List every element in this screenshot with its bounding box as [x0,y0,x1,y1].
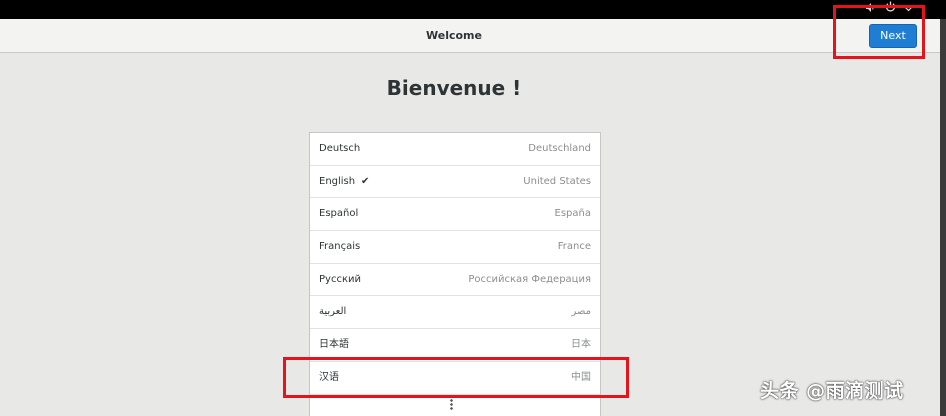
language-region: مصر [571,306,591,318]
language-name: Español [319,208,359,220]
page-title: Welcome [426,29,482,42]
language-name: English [319,175,356,187]
language-region: France [557,241,591,253]
annotation-box-chinese [283,357,629,398]
language-region: Deutschland [528,143,591,154]
language-name: Français [319,241,361,253]
language-row-espanol[interactable]: Español España [310,198,600,232]
window-edge [940,19,946,416]
language-name: Deutsch [319,143,361,154]
language-region: United States [523,175,591,187]
checkmark-icon: ✔ [361,175,370,187]
language-row-arabic[interactable]: العربية مصر [310,296,600,330]
language-region: Российская Федерация [468,273,591,285]
language-row-deutsch[interactable]: Deutsch Deutschland [310,133,600,166]
system-top-bar [0,0,946,19]
watermark: 头条 @雨滴测试 [760,380,904,402]
language-name: Русский [319,273,361,285]
language-row-russian[interactable]: Русский Российская Федерация [310,264,600,297]
annotation-box-next [833,5,925,59]
welcome-heading: Bienvenue ! [386,76,522,100]
language-row-english[interactable]: English ✔ United States [310,166,600,199]
language-row-francais[interactable]: Français France [310,231,600,264]
language-name: العربية [319,306,347,318]
language-region: España [554,208,591,220]
more-vertical-icon [450,398,453,411]
header-bar: Welcome Next [0,19,946,53]
